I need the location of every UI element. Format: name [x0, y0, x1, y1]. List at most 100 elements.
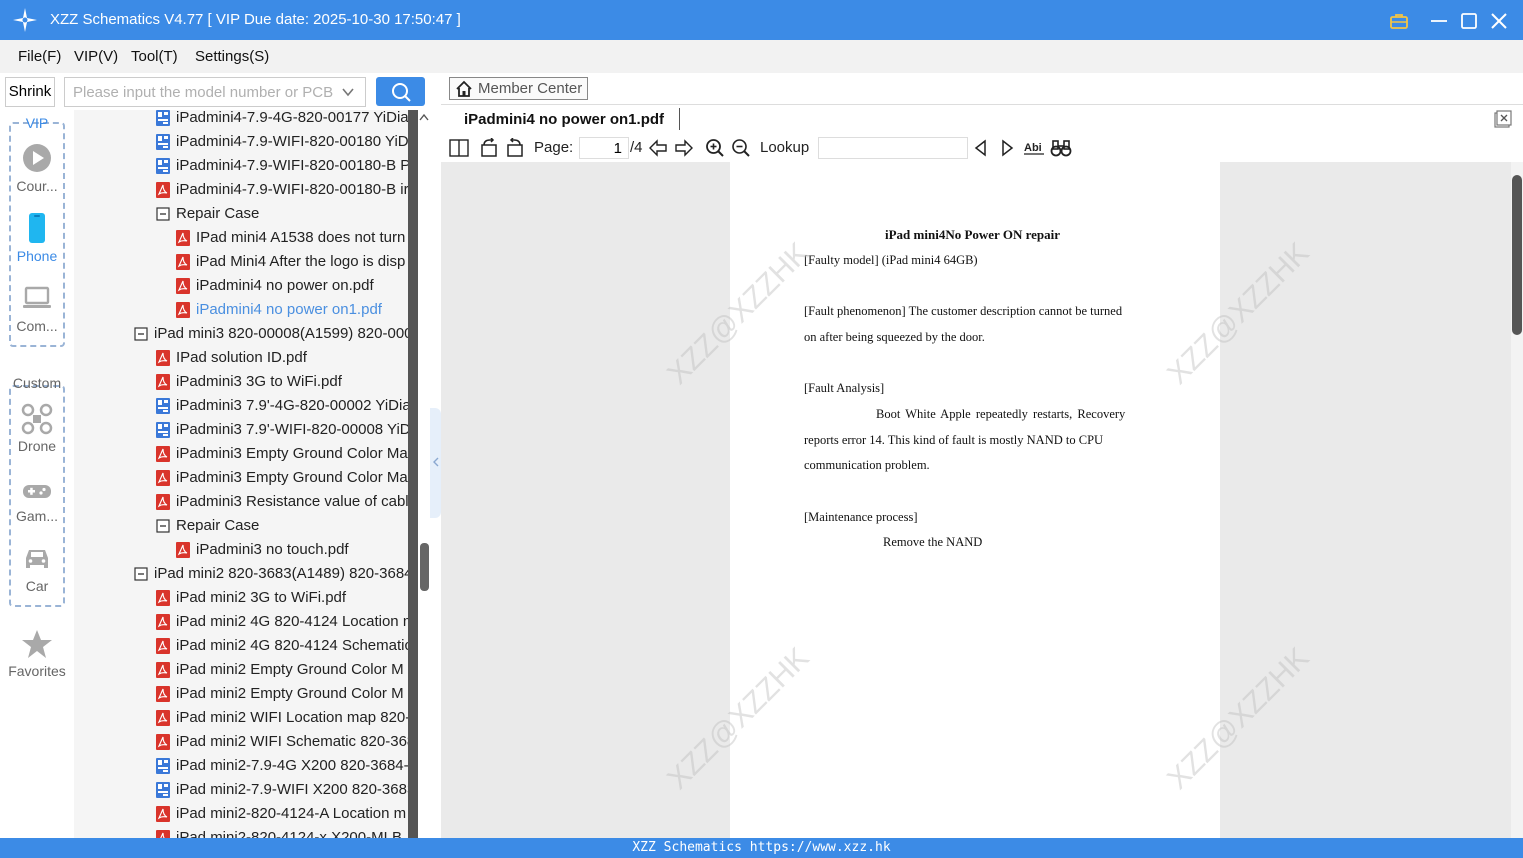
phone-icon[interactable]	[21, 212, 53, 244]
star-icon[interactable]	[21, 628, 53, 660]
tree-item[interactable]: iPadmini4-7.9-WIFI-820-00180-B ir	[156, 179, 416, 203]
drone-icon[interactable]	[21, 403, 53, 435]
tree-folder[interactable]: iPad mini2 820-3683(A1489) 820-3684	[134, 563, 416, 587]
pdf-file-icon	[156, 662, 170, 678]
tab-document[interactable]: iPadmini4 no power on1.pdf	[450, 108, 680, 132]
chevron-down-icon[interactable]	[341, 85, 355, 99]
close-icon[interactable]	[1488, 10, 1510, 32]
tree-item[interactable]: iPadmini4 no power on.pdf	[176, 275, 416, 299]
tree-folder[interactable]: Repair Case	[156, 515, 416, 539]
tree-item[interactable]: iPad mini2 WIFI Location map 820-	[156, 707, 416, 731]
gamepad-icon[interactable]	[21, 475, 53, 507]
tree-scrollbar-track[interactable]	[408, 110, 418, 838]
model-search-combobox[interactable]	[64, 77, 366, 107]
tree-item[interactable]: iPadmini4-7.9-4G-820-00177 YiDia	[156, 110, 416, 131]
category-phone-label[interactable]: Phone	[0, 248, 74, 264]
collapse-icon[interactable]	[134, 326, 148, 342]
tree-item[interactable]: iPadmini3 7.9'-WIFI-820-00008 YiD	[156, 419, 416, 443]
tree-item-label: iPadmini4-7.9-4G-820-00177 YiDia	[176, 110, 409, 126]
laptop-icon[interactable]	[21, 282, 53, 314]
tree-item-label: iPad mini2 WIFI Location map 820-	[176, 709, 411, 726]
tree-item[interactable]: iPad mini2-7.9-WIFI X200 820-3683	[156, 779, 416, 803]
board-file-icon	[156, 158, 170, 174]
menu-settings[interactable]: Settings(S)	[195, 48, 269, 65]
collapse-icon[interactable]	[134, 566, 148, 582]
shrink-button[interactable]: Shrink	[5, 77, 55, 107]
category-courses-label[interactable]: Cour...	[0, 178, 74, 194]
briefcase-icon[interactable]	[1388, 10, 1410, 32]
tree-item-label: iPad mini2 4G 820-4124 Location m	[176, 613, 416, 630]
member-center-label: Member Center	[478, 80, 583, 97]
collapse-icon[interactable]	[156, 518, 170, 534]
collapse-icon[interactable]	[156, 206, 170, 222]
minimize-icon[interactable]	[1428, 10, 1450, 32]
category-favorites-label[interactable]: Favorites	[0, 663, 74, 679]
tree-item[interactable]: IPad solution ID.pdf	[156, 347, 416, 371]
tree-folder[interactable]: iPad mini3 820-00008(A1599) 820-000	[134, 323, 416, 347]
tree-item[interactable]: iPad mini2-7.9-4G X200 820-3684-	[156, 755, 416, 779]
category-drone-label[interactable]: Drone	[0, 438, 74, 454]
tree-item[interactable]: iPadmini4-7.9-WIFI-820-00180 YiD	[156, 131, 416, 155]
tree-item[interactable]: iPad Mini4 After the logo is disp	[176, 251, 416, 275]
find-previous-icon[interactable]	[971, 138, 991, 158]
tree-item[interactable]: iPad mini2-820-4124-A Location m	[156, 803, 416, 827]
home-icon	[456, 80, 472, 97]
lookup-input[interactable]	[818, 137, 968, 159]
binoculars-icon[interactable]	[1050, 138, 1072, 158]
category-car-label[interactable]: Car	[0, 578, 74, 594]
tree-item[interactable]: iPadmini4 no power on1.pdf	[176, 299, 416, 323]
tree-item[interactable]: iPad mini2-820-4124-x X200-MLB	[156, 827, 416, 838]
tree-item[interactable]: iPadmini3 Empty Ground Color Ma	[156, 443, 416, 467]
search-button[interactable]	[376, 77, 425, 106]
maximize-icon[interactable]	[1458, 10, 1480, 32]
category-gaming-label[interactable]: Gam...	[0, 508, 74, 524]
tree-item[interactable]: iPad mini2 4G 820-4124 Location m	[156, 611, 416, 635]
tree-item[interactable]: IPad mini4 A1538 does not turn	[176, 227, 416, 251]
two-page-view-icon[interactable]	[449, 138, 469, 158]
zoom-out-icon[interactable]	[731, 138, 751, 158]
scroll-up-arrow-icon[interactable]	[418, 112, 430, 124]
doc-line: [Fault phenomenon] The customer descript…	[804, 304, 1123, 318]
zoom-in-icon[interactable]	[705, 138, 725, 158]
tree-item-label: iPadmini3 3G to WiFi.pdf	[176, 373, 342, 390]
tree-item[interactable]: iPadmini3 7.9'-4G-820-00002 YiDia	[156, 395, 416, 419]
vip-group-label: VIP	[25, 115, 49, 131]
category-computer-label[interactable]: Com...	[0, 318, 74, 334]
collapse-panel-handle[interactable]	[430, 408, 441, 518]
board-file-icon	[156, 422, 170, 438]
pdf-file-icon	[176, 230, 190, 246]
viewer-scrollbar-thumb[interactable]	[1512, 175, 1522, 335]
previous-page-icon[interactable]	[648, 138, 668, 158]
doc-line: on after being squeezed by the door.	[804, 330, 985, 344]
rotate-right-icon[interactable]	[505, 138, 525, 158]
tree-item[interactable]: iPad mini2 4G 820-4124 Schematic	[156, 635, 416, 659]
car-icon[interactable]	[21, 543, 53, 575]
tree-item[interactable]: iPad mini2 Empty Ground Color M	[156, 683, 416, 707]
tree-folder[interactable]: Repair Case	[156, 203, 416, 227]
doc-line: communication problem.	[804, 458, 930, 472]
pdf-file-icon	[156, 830, 170, 838]
tree-item[interactable]: iPadmini3 no touch.pdf	[176, 539, 416, 563]
tree-item[interactable]: iPadmini4-7.9-WIFI-820-00180-B P	[156, 155, 416, 179]
tree-item[interactable]: iPad mini2 3G to WiFi.pdf	[156, 587, 416, 611]
tree-item[interactable]: iPadmini3 Resistance value of cabl	[156, 491, 416, 515]
close-tab-icon[interactable]	[1494, 110, 1512, 128]
page-number-input[interactable]	[579, 137, 629, 159]
pdf-viewer[interactable]: iPad mini4No Power ON repair [Faulty mod…	[441, 162, 1511, 838]
tree-scrollbar-thumb[interactable]	[420, 543, 429, 591]
member-center-button[interactable]: Member Center	[449, 77, 588, 100]
tree-item[interactable]: iPad mini2 Empty Ground Color M	[156, 659, 416, 683]
match-case-icon[interactable]: Abi	[1023, 138, 1045, 158]
play-circle-icon[interactable]	[21, 142, 53, 174]
model-search-input[interactable]	[65, 78, 335, 106]
next-page-icon[interactable]	[674, 138, 694, 158]
tree-item[interactable]: iPadmini3 Empty Ground Color Ma	[156, 467, 416, 491]
menu-file[interactable]: File(F)	[18, 48, 61, 65]
pdf-file-icon	[176, 278, 190, 294]
menu-tool[interactable]: Tool(T)	[131, 48, 178, 65]
rotate-left-icon[interactable]	[479, 138, 499, 158]
tree-item[interactable]: iPad mini2 WIFI Schematic 820-368	[156, 731, 416, 755]
find-next-icon[interactable]	[997, 138, 1017, 158]
tree-item[interactable]: iPadmini3 3G to WiFi.pdf	[156, 371, 416, 395]
menu-vip[interactable]: VIP(V)	[74, 48, 118, 65]
